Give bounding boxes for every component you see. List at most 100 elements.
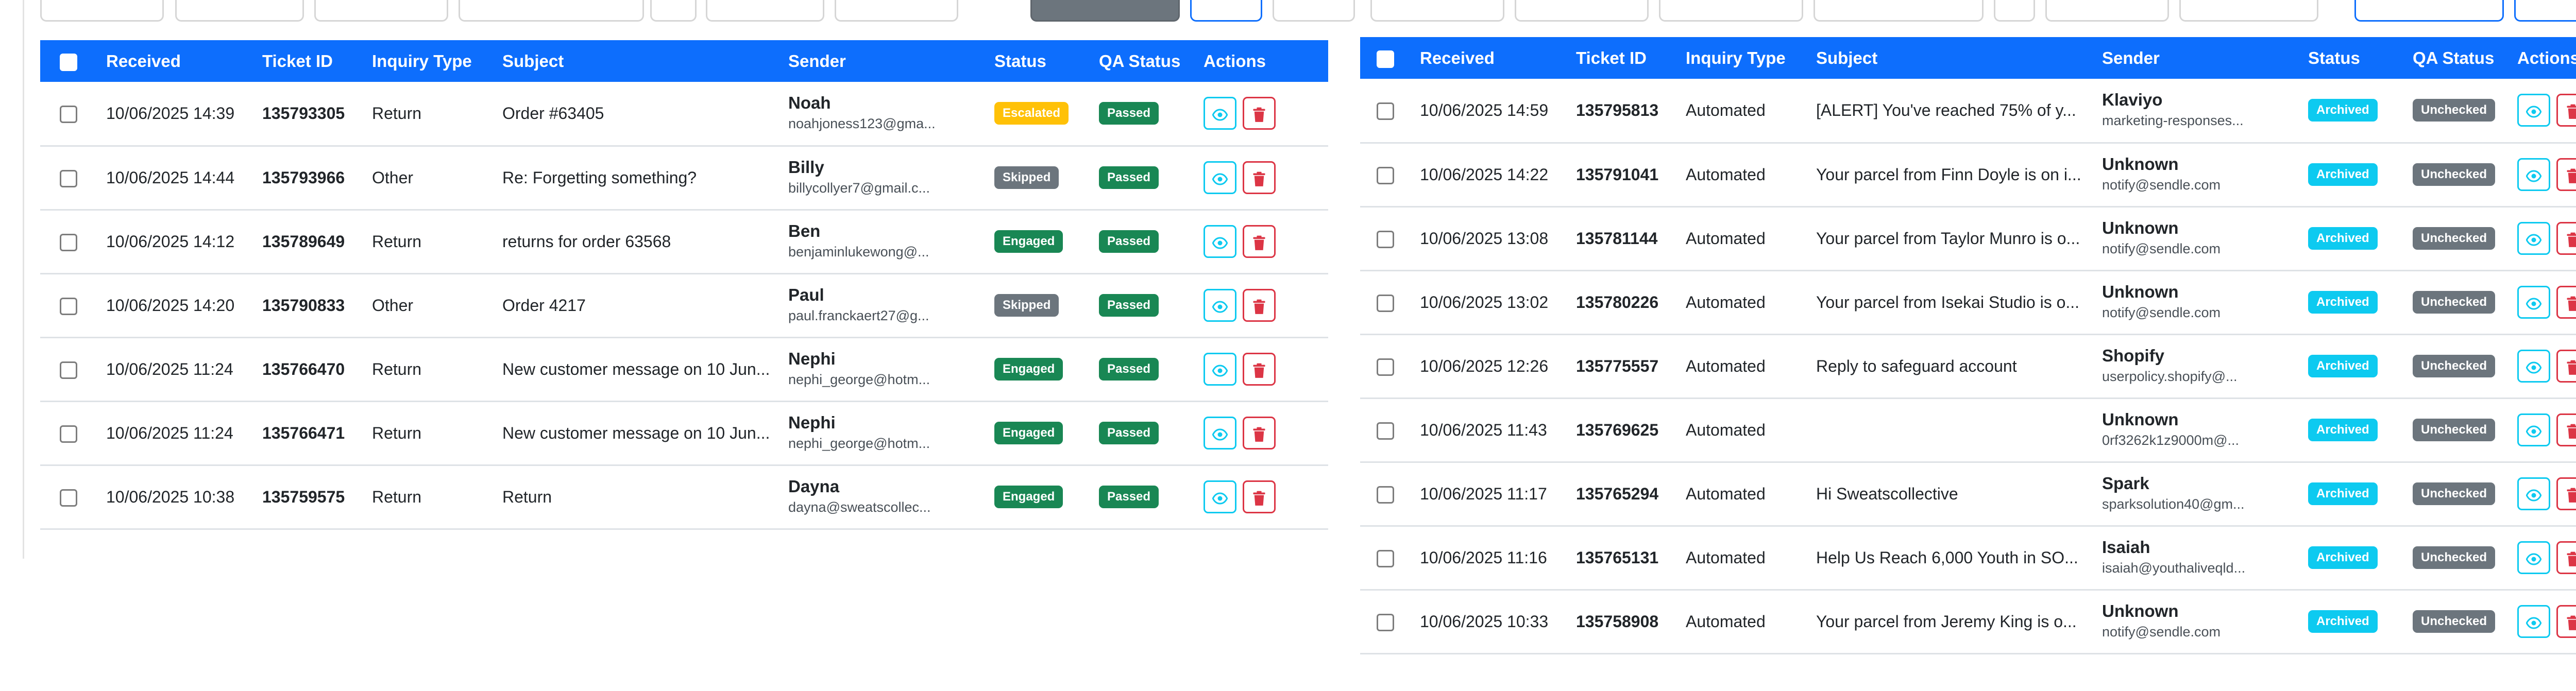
table-row[interactable]: 10/06/2025 12:26 135775557 Automated Reply … (1360, 334, 2576, 399)
table-row[interactable]: 10/06/2025 10:38 135759575 Return Return Day… (40, 465, 1328, 530)
delete-button[interactable] (1243, 161, 1276, 194)
view-button[interactable] (2517, 222, 2550, 255)
subject-cell: Hi Sweatscollective (1807, 462, 2093, 527)
row-checkbox[interactable] (1377, 549, 1394, 567)
view-button[interactable] (1204, 97, 1236, 130)
table-row[interactable]: 10/06/2025 13:08 135781144 Automated Your p… (1360, 206, 2576, 271)
table-row[interactable]: 10/06/2025 14:44 135793966 Other Re: Forget… (40, 146, 1328, 211)
filter-input[interactable] (40, 0, 164, 22)
row-checkbox[interactable] (1377, 166, 1394, 184)
row-checkbox[interactable] (60, 425, 77, 443)
table-row[interactable]: 10/06/2025 10:33 135758908 Automated Your p… (1360, 590, 2576, 654)
view-button[interactable] (1204, 289, 1236, 322)
ticket-id-cell: 135765131 (1567, 526, 1676, 591)
status-badge: Engaged (994, 230, 1063, 253)
view-button[interactable] (2517, 350, 2550, 383)
filter-input[interactable] (1370, 0, 1504, 22)
sender-cell: Unknown notify@sendle.com (2093, 270, 2299, 335)
row-checkbox[interactable] (1377, 613, 1394, 631)
view-button[interactable] (2517, 94, 2550, 127)
delete-button[interactable] (1243, 289, 1276, 322)
delete-button[interactable] (1243, 417, 1276, 450)
delete-button[interactable] (2556, 222, 2576, 255)
row-checkbox[interactable] (1377, 358, 1394, 376)
table-row[interactable]: 10/06/2025 11:17 135765294 Automated Hi Swe… (1360, 462, 2576, 527)
subject: New customer message on 10 Jun... (502, 423, 770, 442)
row-checkbox[interactable] (60, 106, 77, 124)
delete-button[interactable] (1243, 353, 1276, 386)
select-all-checkbox[interactable] (1377, 50, 1394, 68)
row-checkbox[interactable] (60, 489, 77, 507)
delete-button[interactable] (2556, 605, 2576, 638)
row-checkbox[interactable] (1377, 294, 1394, 312)
table-row[interactable]: 10/06/2025 11:43 135769625 Automated Unknow… (1360, 398, 2576, 463)
table-row[interactable]: 10/06/2025 11:24 135766471 Return New custo… (40, 401, 1328, 466)
view-button[interactable] (2517, 541, 2550, 574)
delete-button[interactable] (2556, 477, 2576, 510)
filter-input[interactable] (835, 0, 958, 22)
table-row[interactable]: 10/06/2025 14:39 135793305 Return Order #63… (40, 82, 1328, 147)
delete-button[interactable] (1243, 225, 1276, 258)
row-checkbox[interactable] (1377, 230, 1394, 248)
delete-button[interactable] (2556, 158, 2576, 191)
sender-email: noahjoness123@gma... (788, 116, 936, 132)
ticket-id-cell: 135790833 (253, 273, 363, 338)
delete-button[interactable] (1243, 480, 1276, 513)
delete-button[interactable] (2556, 350, 2576, 383)
view-button[interactable] (2517, 413, 2550, 446)
subject: Hi Sweatscollective (1816, 484, 1958, 503)
view-button[interactable] (1204, 225, 1236, 258)
row-checkbox[interactable] (60, 297, 77, 315)
filter-input[interactable] (2179, 0, 2318, 22)
filter-input[interactable] (1814, 0, 1984, 22)
filter-button[interactable] (1273, 0, 1355, 22)
filter-button-dark[interactable] (1030, 0, 1180, 22)
table-row[interactable]: 10/06/2025 14:59 135795813 Automated [ALERT… (1360, 79, 2576, 144)
table-row[interactable]: 10/06/2025 14:22 135791041 Automated Your p… (1360, 143, 2576, 208)
view-button[interactable] (2517, 158, 2550, 191)
row-checkbox[interactable] (1377, 422, 1394, 440)
table-row[interactable]: 10/06/2025 11:24 135766470 Return New custo… (40, 337, 1328, 402)
eye-icon (2526, 229, 2541, 248)
filter-button[interactable] (650, 0, 697, 22)
delete-button[interactable] (2556, 541, 2576, 574)
view-button[interactable] (1204, 353, 1236, 386)
filter-input[interactable] (706, 0, 824, 22)
filter-button-primary[interactable] (2514, 0, 2576, 22)
filter-input[interactable] (175, 0, 304, 22)
view-button[interactable] (2517, 286, 2550, 319)
delete-button[interactable] (1243, 97, 1276, 130)
table-row[interactable]: 10/06/2025 14:12 135789649 Return returns f… (40, 210, 1328, 274)
filter-input[interactable] (314, 0, 448, 22)
select-all-checkbox[interactable] (60, 53, 77, 71)
row-checkbox[interactable] (1377, 486, 1394, 504)
subject: New customer message on 10 Jun... (502, 359, 770, 378)
filter-input[interactable] (459, 0, 644, 22)
filter-input[interactable] (2045, 0, 2169, 22)
row-checkbox[interactable] (60, 233, 77, 251)
filter-button-primary[interactable] (2354, 0, 2504, 22)
view-button[interactable] (1204, 417, 1236, 450)
row-checkbox[interactable] (1377, 102, 1394, 120)
view-button[interactable] (1204, 161, 1236, 194)
delete-button[interactable] (2556, 286, 2576, 319)
view-button[interactable] (2517, 605, 2550, 638)
row-checkbox[interactable] (60, 361, 77, 379)
filter-button-primary[interactable] (1190, 0, 1262, 22)
view-button[interactable] (1204, 480, 1236, 513)
delete-button[interactable] (2556, 413, 2576, 446)
trash-icon (1252, 168, 1266, 187)
received-cell: 10/06/2025 13:08 (1411, 206, 1567, 271)
table-row[interactable]: 10/06/2025 11:16 135765131 Automated Help U… (1360, 526, 2576, 591)
filter-input[interactable] (1515, 0, 1649, 22)
delete-button[interactable] (2556, 94, 2576, 127)
subject: returns for order 63568 (502, 232, 671, 251)
inquiry-type: Automated (1686, 420, 1766, 439)
table-row[interactable]: 10/06/2025 13:02 135780226 Automated Your p… (1360, 270, 2576, 335)
row-checkbox[interactable] (60, 169, 77, 187)
filter-input[interactable] (1659, 0, 1803, 22)
table-row[interactable]: 10/06/2025 14:20 135790833 Other Order 4217… (40, 273, 1328, 338)
view-button[interactable] (2517, 477, 2550, 510)
filter-button[interactable] (1994, 0, 2035, 22)
ticket-id: 135769625 (1576, 420, 1659, 439)
